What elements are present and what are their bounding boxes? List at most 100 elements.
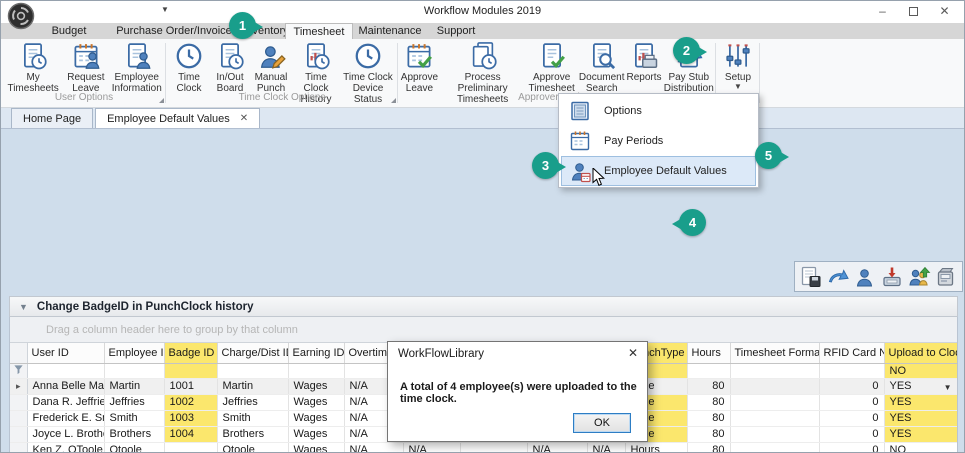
group-by-bar[interactable]: Drag a column header here to group by th…: [10, 317, 957, 343]
cell-badge-id[interactable]: 1002: [164, 394, 217, 410]
dialog-ok-button[interactable]: OK: [573, 413, 631, 433]
ribbon-tab-timesheet[interactable]: Timesheet: [285, 23, 353, 39]
cell-hours[interactable]: 80: [687, 442, 730, 453]
cell-user-id[interactable]: Dana R. Jeffries: [27, 394, 104, 410]
cell-hours[interactable]: 80: [687, 378, 730, 394]
menu-item-options[interactable]: Options: [561, 96, 756, 126]
send-button[interactable]: [826, 265, 850, 289]
dialog-launcher-icon[interactable]: [159, 98, 164, 103]
cell-earning-id[interactable]: Wages: [288, 394, 344, 410]
menu-item-employee-default-values[interactable]: Employee Default Values: [561, 156, 756, 186]
cell-earning-id[interactable]: Wages: [288, 442, 344, 453]
column-header-badge-id[interactable]: Badge ID: [164, 343, 217, 363]
ribbon-tab-budget[interactable]: Budget: [37, 23, 101, 39]
cell-badge-id[interactable]: 1001: [164, 378, 217, 394]
cell-earning-id[interactable]: Wages: [288, 378, 344, 394]
setup-button[interactable]: Setup▼: [718, 40, 758, 91]
approve-leave-button[interactable]: Approve Leave: [399, 40, 440, 94]
cell-charge-dist-id[interactable]: Martin: [217, 378, 288, 394]
filter-cell-user-id[interactable]: [27, 363, 104, 378]
ribbon-tab-purchase-order-invoice[interactable]: Purchase Order/Invoice: [101, 23, 247, 39]
cell-user-id[interactable]: Frederick E. Smith: [27, 410, 104, 426]
cell-employee-id[interactable]: Smith: [104, 410, 164, 426]
cell-timesheet-format[interactable]: [730, 426, 819, 442]
save-button[interactable]: [799, 265, 823, 289]
employee-information-button[interactable]: Employee Information: [109, 40, 166, 94]
cell-dropdown-icon[interactable]: ▼: [944, 383, 952, 392]
menu-item-pay-periods[interactable]: Pay Periods: [561, 126, 756, 156]
cell-rfid-card-no[interactable]: 0: [819, 394, 884, 410]
cell-employee-id[interactable]: Jeffries: [104, 394, 164, 410]
cell-hours[interactable]: 80: [687, 394, 730, 410]
dialog-close-icon[interactable]: ✕: [628, 346, 638, 360]
dialog-launcher-icon[interactable]: [391, 98, 396, 103]
badgeid-panel-header[interactable]: ▼ Change BadgeID in PunchClock history: [9, 296, 958, 317]
manual-punch-button[interactable]: Manual Punch: [249, 40, 293, 94]
column-header-rfid-card-no[interactable]: RFID Card No: [819, 343, 884, 363]
cell-upload-to-clock[interactable]: YES: [884, 426, 957, 442]
column-header-timesheet-format[interactable]: Timesheet Format: [730, 343, 819, 363]
cell-charge-dist-id[interactable]: Jeffries: [217, 394, 288, 410]
minimize-button[interactable]: –: [867, 1, 898, 21]
column-header-charge-dist-id[interactable]: Charge/Dist ID: [217, 343, 288, 363]
cell-rfid-card-no[interactable]: 0: [819, 378, 884, 394]
collapse-chevron-icon[interactable]: ▼: [19, 302, 28, 312]
cell-timesheet-format[interactable]: [730, 378, 819, 394]
cell-timesheet-format[interactable]: [730, 394, 819, 410]
cell-overtime-id[interactable]: N/A: [344, 442, 403, 453]
cell-exception-b[interactable]: [460, 442, 527, 453]
cell-upload-to-clock[interactable]: YES: [884, 394, 957, 410]
cell-hours[interactable]: 80: [687, 410, 730, 426]
time-clock-button[interactable]: Time Clock: [167, 40, 211, 94]
ribbon-tab-support[interactable]: Support: [427, 23, 485, 39]
cell-rfid-card-no[interactable]: 0: [819, 442, 884, 453]
close-button[interactable]: ✕: [929, 1, 960, 21]
my-timesheets-button[interactable]: My Timesheets: [3, 40, 63, 94]
filter-cell-badge-id[interactable]: [164, 363, 217, 378]
filter-cell-timesheet-format[interactable]: [730, 363, 819, 378]
filter-cell-hours[interactable]: [687, 363, 730, 378]
cell-timesheet-format[interactable]: [730, 410, 819, 426]
in-out-board-button[interactable]: In/Out Board: [211, 40, 249, 94]
document-tab-employee-default-values[interactable]: Employee Default Values✕: [95, 108, 260, 128]
cell-employee-id[interactable]: Brothers: [104, 426, 164, 442]
cell-timesheet-format[interactable]: [730, 442, 819, 453]
cell-rfid-card-no[interactable]: 0: [819, 426, 884, 442]
cell-punchtype[interactable]: Hours: [625, 442, 687, 453]
cell-user-id[interactable]: Joyce L. Brothers: [27, 426, 104, 442]
document-tab-home-page[interactable]: Home Page: [11, 108, 93, 128]
cell-charge-dist-id[interactable]: Smith: [217, 410, 288, 426]
cell-badge-id[interactable]: [164, 442, 217, 453]
cell-user-id[interactable]: Ken Z. OToole: [27, 442, 104, 453]
cell-user-id[interactable]: Anna Belle Martin: [27, 378, 104, 394]
cell-hours[interactable]: 80: [687, 426, 730, 442]
cell-expense-id[interactable]: N/A: [527, 442, 587, 453]
download-to-clock-button[interactable]: [880, 265, 904, 289]
cell-upload-to-clock[interactable]: YES▼: [884, 378, 957, 394]
filter-cell-charge-dist-id[interactable]: [217, 363, 288, 378]
cell-upload-to-clock[interactable]: YES: [884, 410, 957, 426]
cell-upload-to-clock[interactable]: NO: [884, 442, 957, 453]
document-search-button[interactable]: Document Search: [578, 40, 626, 94]
upload-employees-button[interactable]: [907, 265, 931, 289]
cell-badge-id[interactable]: 1003: [164, 410, 217, 426]
reports-button[interactable]: Reports: [625, 40, 662, 83]
cell-exception-a[interactable]: N/A: [403, 442, 460, 453]
column-header-earning-id[interactable]: Earning ID: [288, 343, 344, 363]
cell-shift[interactable]: N/A: [587, 442, 625, 453]
cell-earning-id[interactable]: Wages: [288, 410, 344, 426]
cell-employee-id[interactable]: Otoole: [104, 442, 164, 453]
ribbon-tab-maintenance[interactable]: Maintenance: [353, 23, 427, 39]
column-header-employee-id[interactable]: Employee ID: [104, 343, 164, 363]
clock-device-button[interactable]: [934, 265, 958, 289]
filter-cell-earning-id[interactable]: [288, 363, 344, 378]
column-header-user-id[interactable]: User ID: [27, 343, 104, 363]
filter-cell-upload-to-clock[interactable]: NO: [884, 363, 957, 378]
cell-earning-id[interactable]: Wages: [288, 426, 344, 442]
cell-charge-dist-id[interactable]: Brothers: [217, 426, 288, 442]
cell-rfid-card-no[interactable]: 0: [819, 410, 884, 426]
tab-close-icon[interactable]: ✕: [240, 113, 248, 124]
filter-cell-employee-id[interactable]: [104, 363, 164, 378]
request-leave-button[interactable]: Request Leave: [63, 40, 108, 94]
cell-badge-id[interactable]: 1004: [164, 426, 217, 442]
